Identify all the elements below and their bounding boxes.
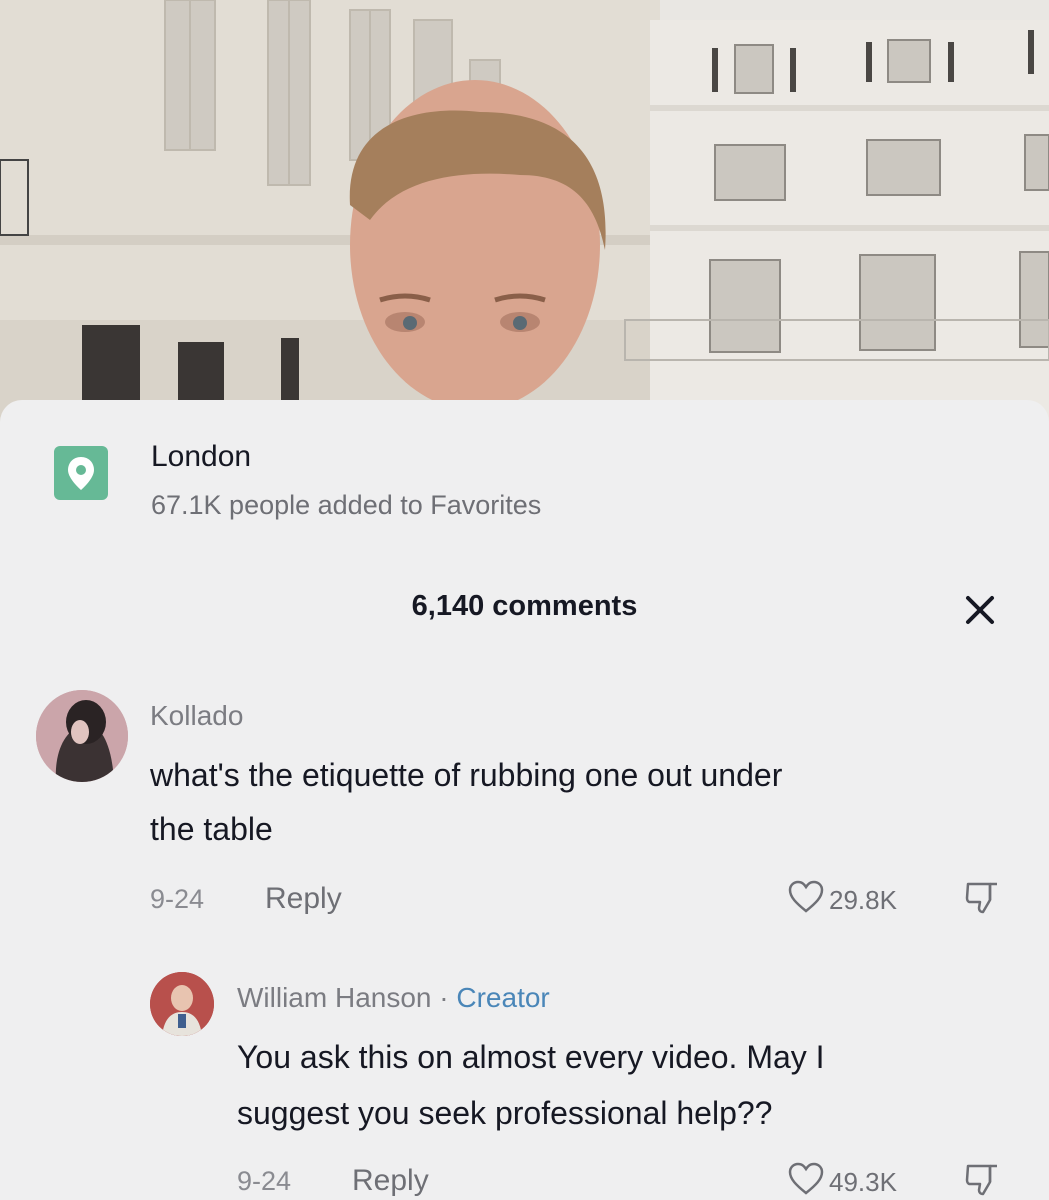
comment-text-line: what's the etiquette of rubbing one out … [150,757,783,793]
dislike-icon[interactable] [964,880,1000,916]
comment-date: 9-24 [237,1166,292,1196]
comment-text-line: You ask this on almost every video. May … [237,1039,825,1075]
video-frame[interactable] [0,0,1049,430]
like-count: 29.8K [829,885,897,915]
heart-icon[interactable] [788,880,824,914]
like-count: 49.3K [829,1167,897,1197]
video-thumbnail [0,0,1049,430]
reply-button[interactable]: Reply [265,882,342,916]
dislike-icon[interactable] [964,1162,1000,1198]
comment-date: 9-24 [150,884,205,914]
map-pin-icon [54,446,108,500]
avatar[interactable] [36,690,128,782]
close-icon [966,596,994,624]
comment-username[interactable]: William Hanson · Creator [237,982,550,1014]
comment-text-line: suggest you seek professional help?? [237,1095,773,1131]
comment-username[interactable]: Kollado [150,700,243,732]
comment-text-line: the table [150,811,273,847]
location-banner[interactable]: London 67.1K people added to Favorites [40,440,1010,520]
location-title: London [151,440,252,473]
creator-badge: Creator [456,982,550,1013]
location-favorites-count: 67.1K people added to Favorites [151,490,542,520]
username-separator: · [431,982,457,1013]
comments-count: 6,140 comments [411,590,638,622]
comments-sheet: London 67.1K people added to Favorites 6… [0,400,1049,1200]
heart-icon[interactable] [788,1162,824,1196]
creator-name: William Hanson [237,982,432,1013]
reply-button[interactable]: Reply [352,1164,429,1198]
close-button[interactable] [960,590,1000,630]
avatar[interactable] [150,972,214,1036]
